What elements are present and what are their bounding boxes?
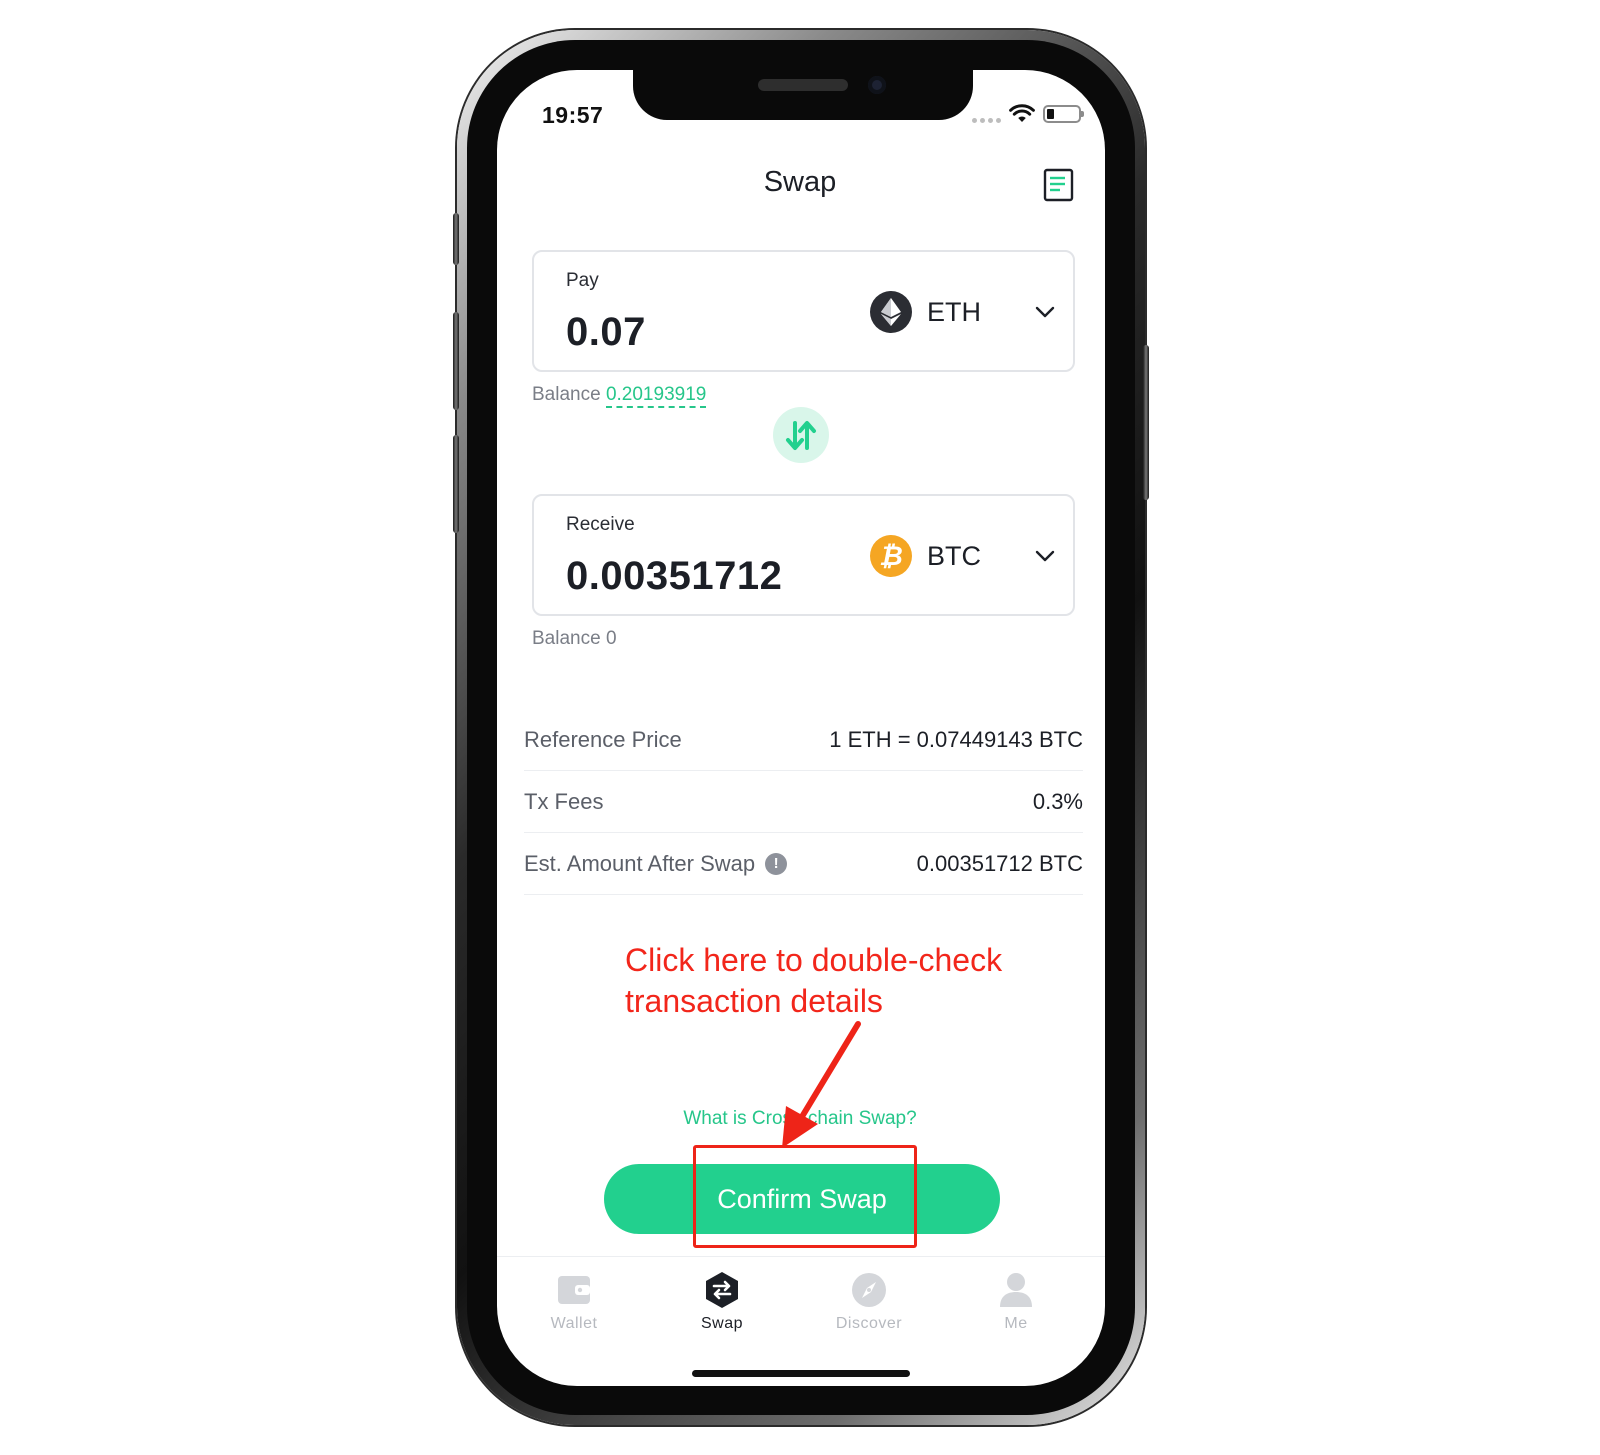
tab-me[interactable]: Me [956,1271,1076,1333]
pay-label: Pay [566,270,599,291]
reference-price-value: 1 ETH = 0.07449143 BTC [829,726,1083,752]
tab-discover-label: Discover [835,1315,903,1332]
user-icon [997,1271,1035,1309]
receive-label: Receive [566,514,635,535]
compass-icon [850,1271,888,1309]
bottom-tab-bar: Wallet Swap Discover Me [497,1256,1105,1356]
receive-token-symbol: BTC [927,540,981,571]
pay-balance-label: Balance [532,384,601,405]
phone-notch [633,68,973,120]
wifi-icon [1009,104,1035,122]
chevron-down-icon [1035,550,1055,562]
est-amount-value: 0.00351712 BTC [916,850,1083,876]
tab-swap-label: Swap [700,1315,744,1332]
annotation-line-1: Click here to double-check [625,942,1003,978]
phone-power-button [1143,345,1149,500]
btc-icon: ₿ [870,535,912,577]
annotation-line-2: transaction details [625,983,883,1019]
tab-me-label: Me [1004,1315,1028,1332]
tx-fees-row: Tx Fees 0.3% [524,771,1083,833]
pay-token-symbol: ETH [927,296,981,327]
tx-fees-label: Tx Fees [524,788,604,814]
phone-speaker [758,79,848,91]
eth-icon [870,291,912,333]
receive-balance: Balance 0 [532,628,617,650]
tab-wallet-label: Wallet [550,1315,598,1332]
annotation-arrow-icon [782,1021,861,1148]
page-title: Swap [763,166,837,198]
receive-amount: 0.00351712 [566,554,783,598]
est-amount-label: Est. Amount After Swap [524,850,756,876]
pay-card: Pay 0.07 ETH [532,250,1075,372]
est-amount-label-group: Est. Amount After Swap ! [524,850,788,877]
home-indicator[interactable] [692,1370,910,1377]
receive-balance-value: 0 [605,628,617,649]
battery-icon [1043,105,1084,123]
receive-balance-label: Balance [532,628,601,649]
status-time: 19:57 [542,102,604,128]
annotation-text: Click here to double-check transaction d… [625,940,1065,1022]
pay-token-selector[interactable]: ETH [870,290,1057,334]
chevron-down-icon [1035,306,1055,318]
cellular-signal-icon [972,117,1001,123]
swap-arrows-icon [786,421,816,450]
flip-swap-direction-button[interactable] [773,407,829,463]
tx-fees-value: 0.3% [1032,788,1083,814]
document-list-icon[interactable] [1043,168,1075,202]
phone-silent-switch [453,213,459,265]
receive-token-selector[interactable]: ₿ BTC [870,534,1057,578]
annotation-highlight-box [693,1145,917,1248]
est-amount-row: Est. Amount After Swap ! 0.00351712 BTC [524,833,1083,895]
swap-icon [703,1271,741,1309]
wallet-icon [555,1271,593,1309]
status-indicators [972,104,1084,124]
pay-balance: Balance 0.20193919 [532,384,707,408]
phone-camera [868,76,886,94]
tab-swap[interactable]: Swap [662,1271,782,1333]
reference-price-row: Reference Price 1 ETH = 0.07449143 BTC [524,709,1083,771]
tab-discover[interactable]: Discover [809,1271,929,1333]
reference-price-label: Reference Price [524,726,682,752]
receive-card: Receive 0.00351712 ₿ BTC [532,494,1075,616]
phone-volume-down [453,435,459,533]
info-alert-icon[interactable]: ! [765,852,788,875]
phone-volume-up [453,312,459,410]
tab-wallet[interactable]: Wallet [514,1271,634,1333]
pay-amount-input[interactable]: 0.07 [566,310,646,355]
pay-balance-value[interactable]: 0.20193919 [605,384,707,408]
